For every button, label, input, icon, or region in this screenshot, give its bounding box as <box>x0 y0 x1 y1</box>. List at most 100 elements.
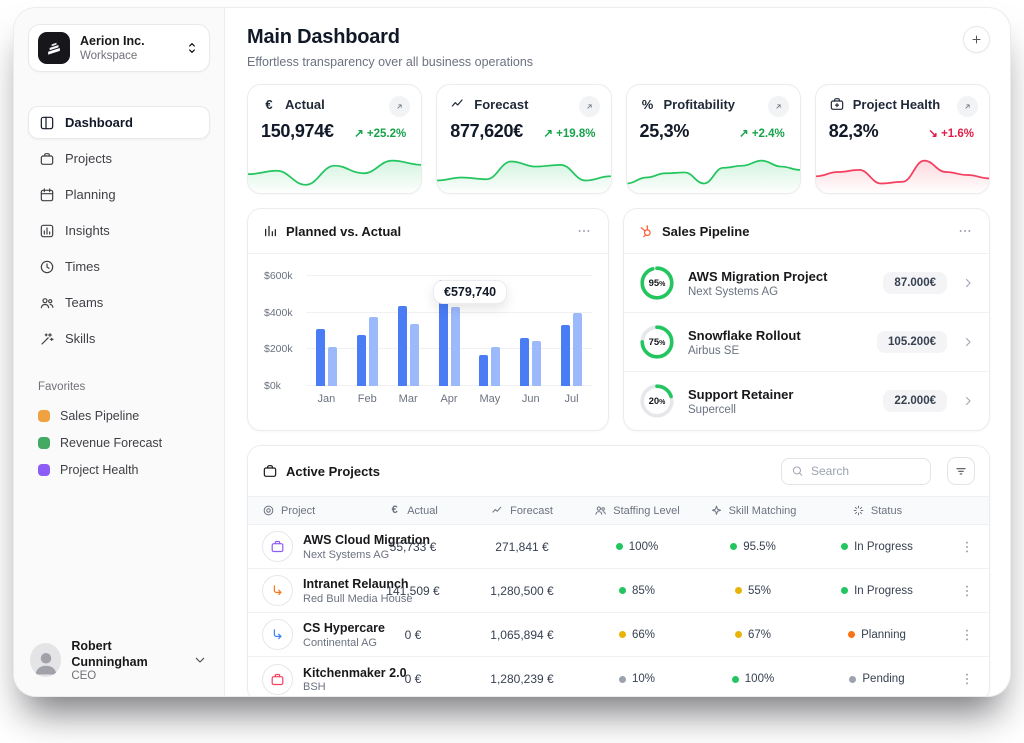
y-axis-label: $400k <box>264 307 293 319</box>
project-actual: 141,509 € <box>363 584 463 598</box>
page-title: Main Dashboard <box>247 26 533 49</box>
open-kpi-button[interactable] <box>768 96 789 117</box>
chevron-updown-icon <box>184 40 200 56</box>
project-type-icon <box>262 531 293 562</box>
project-actual: 55,733 € <box>363 540 463 554</box>
project-row-intranet-relaunch[interactable]: Intranet RelaunchRed Bull Media House 14… <box>248 569 989 613</box>
sidebar-item-projects[interactable]: Projects <box>28 142 210 175</box>
workspace-selector[interactable]: Aerion Inc. Workspace <box>28 24 210 72</box>
project-row-aws-cloud-migration[interactable]: AWS Cloud MigrationNext Systems AG 55,73… <box>248 525 989 569</box>
bar-planned-feb <box>357 335 366 386</box>
column-header-project[interactable]: Project <box>262 504 363 517</box>
column-header-skill-matching[interactable]: Skill Matching <box>693 504 813 517</box>
dots-horizontal-icon <box>576 223 592 239</box>
x-axis-label: Jul <box>551 393 592 405</box>
target-icon <box>262 504 275 517</box>
kpi-delta: ↗ +25.2% <box>354 126 406 140</box>
project-skill: 100% <box>693 673 813 685</box>
chart-menu-button[interactable] <box>574 221 594 241</box>
kpi-delta: ↗ +19.8% <box>543 126 595 140</box>
favorite-sales-pipeline[interactable]: Sales Pipeline <box>28 402 210 429</box>
kpi-card-forecast: Forecast 877,620€↗ +19.8% <box>436 84 611 194</box>
sidebar-item-dashboard[interactable]: Dashboard <box>28 106 210 139</box>
sidebar-item-times[interactable]: Times <box>28 250 210 283</box>
project-forecast: 1,280,239 € <box>463 672 581 686</box>
deal-percent: 20% <box>638 382 676 420</box>
user-name: Robert Cunningham <box>71 638 182 671</box>
sales-pipeline-card: Sales Pipeline 95% AWS Migration Project… <box>623 208 990 431</box>
pipeline-deal-aws-migration-project[interactable]: 95% AWS Migration ProjectNext Systems AG… <box>624 254 989 312</box>
add-widget-button[interactable] <box>963 26 990 53</box>
bar-group-feb[interactable] <box>347 268 388 386</box>
column-header-staffing-level[interactable]: Staffing Level <box>581 504 693 517</box>
project-staffing: 10% <box>581 673 693 685</box>
bar-planned-jul <box>561 325 570 386</box>
column-header-actual[interactable]: €Actual <box>363 504 463 517</box>
kpi-value: 82,3% <box>829 121 879 142</box>
bar-actual-jul <box>573 313 582 386</box>
search-box[interactable] <box>781 458 931 485</box>
kpi-card-actual: €Actual 150,974€↗ +25.2% <box>247 84 422 194</box>
wand-icon <box>39 331 55 347</box>
row-menu-button[interactable] <box>959 671 975 687</box>
project-skill: 95.5% <box>693 541 813 553</box>
sparkle-icon <box>710 504 723 517</box>
bar-actual-jan <box>328 347 337 386</box>
column-header-forecast[interactable]: Forecast <box>463 504 581 517</box>
bar-group-jun[interactable] <box>510 268 551 386</box>
kpi-label: Actual <box>285 97 325 112</box>
favorite-revenue-forecast[interactable]: Revenue Forecast <box>28 429 210 456</box>
sidebar-item-label: Skills <box>65 331 95 346</box>
project-skill: 55% <box>693 585 813 597</box>
deal-company: Supercell <box>688 404 793 416</box>
pipeline-list: 95% AWS Migration ProjectNext Systems AG… <box>624 254 989 430</box>
arrow-up-right-icon <box>960 99 976 115</box>
health-icon <box>829 96 845 112</box>
sidebar-item-insights[interactable]: Insights <box>28 214 210 247</box>
open-kpi-button[interactable] <box>389 96 410 117</box>
sidebar-item-teams[interactable]: Teams <box>28 286 210 319</box>
project-forecast: 1,280,500 € <box>463 584 581 598</box>
row-menu-button[interactable] <box>959 627 975 643</box>
column-header-status[interactable]: Status <box>813 504 941 517</box>
open-kpi-button[interactable] <box>579 96 600 117</box>
arrow-up-right-icon <box>770 99 786 115</box>
row-menu-button[interactable] <box>959 583 975 599</box>
x-axis-label: May <box>469 393 510 405</box>
calendar-icon <box>39 187 55 203</box>
bar-planned-mar <box>398 306 407 386</box>
active-projects-card: Active Projects Project€ActualForecastSt… <box>247 445 990 696</box>
kpi-label: Profitability <box>664 97 736 112</box>
chevron-down-icon <box>192 652 208 668</box>
user-menu[interactable]: Robert Cunningham CEO <box>28 632 210 683</box>
pipeline-deal-support-retainer[interactable]: 20% Support RetainerSupercell 22.000€ <box>624 371 989 430</box>
bar-actual-jun <box>532 341 541 386</box>
deal-progress-ring: 75% <box>638 323 676 361</box>
project-type-icon <box>262 575 293 606</box>
project-row-cs-hypercare[interactable]: CS HypercareContinental AG 0 € 1,065,894… <box>248 613 989 657</box>
chevron-right-icon <box>961 335 975 349</box>
kpi-sparkline <box>816 142 989 194</box>
bar-group-jan[interactable] <box>306 268 347 386</box>
open-kpi-button[interactable] <box>957 96 978 117</box>
column-label: Status <box>871 505 902 517</box>
pipeline-deal-snowflake-rollout[interactable]: 75% Snowflake RolloutAirbus SE 105.200€ <box>624 312 989 371</box>
kpi-card-project-health: Project Health 82,3%↘ +1.6% <box>815 84 990 194</box>
percent-icon: % <box>640 96 656 112</box>
sidebar-item-planning[interactable]: Planning <box>28 178 210 211</box>
favorite-label: Project Health <box>60 463 139 477</box>
sidebar-item-skills[interactable]: Skills <box>28 322 210 355</box>
bar-group-jul[interactable] <box>551 268 592 386</box>
search-input[interactable] <box>811 464 921 478</box>
kpi-value: 150,974€ <box>261 121 334 142</box>
filter-button[interactable] <box>947 457 975 485</box>
row-menu-button[interactable] <box>959 539 975 555</box>
main-content: Main Dashboard Effortless transparency o… <box>225 8 1010 696</box>
project-actual: 0 € <box>363 628 463 642</box>
sidebar-item-label: Projects <box>65 151 112 166</box>
pipeline-menu-button[interactable] <box>955 221 975 241</box>
favorite-project-health[interactable]: Project Health <box>28 456 210 483</box>
project-row-kitchenmaker-2-0[interactable]: Kitchenmaker 2.0BSH 0 € 1,280,239 € 10% … <box>248 657 989 696</box>
bar-group-mar[interactable] <box>388 268 429 386</box>
chart-title: Planned vs. Actual <box>286 224 401 239</box>
